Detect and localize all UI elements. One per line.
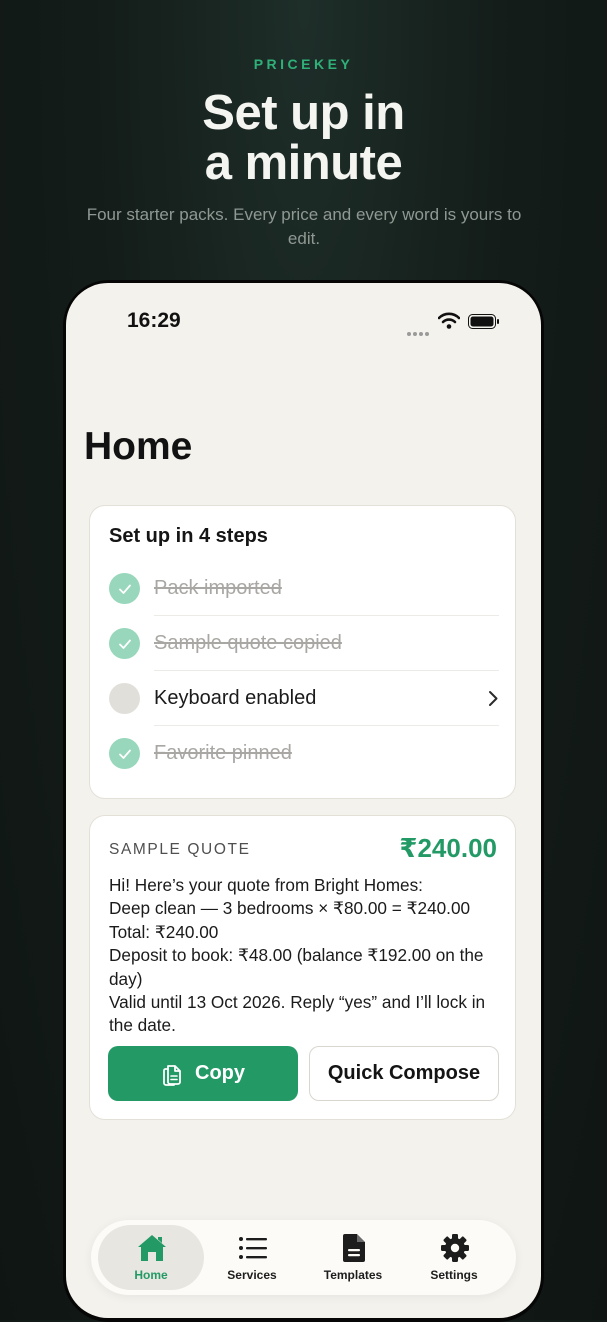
page-title: Home [84, 425, 193, 468]
phone-screen: 16:29 Home Set up in 4 steps Pack import… [66, 283, 541, 1318]
copy-icon [163, 1064, 181, 1086]
tab-label: Settings [430, 1268, 478, 1282]
step-keyboard-enabled[interactable]: Keyboard enabled [109, 671, 499, 726]
quote-line: Valid until 13 Oct 2026. Reply “yes” and… [109, 992, 490, 1036]
document-icon [343, 1234, 365, 1262]
sample-quote-card: SAMPLE QUOTE ₹240.00 Hi! Here’s your quo… [89, 815, 516, 1120]
quote-label: SAMPLE QUOTE [109, 841, 251, 858]
tab-label: Services [227, 1268, 277, 1282]
tab-label: Home [134, 1268, 168, 1282]
tab-settings[interactable]: Settings [401, 1225, 507, 1290]
setup-card: Set up in 4 steps Pack imported Sample q… [89, 505, 516, 799]
step-label: Sample quote copied [154, 632, 342, 654]
wifi-icon [438, 312, 460, 329]
tab-label: Templates [323, 1268, 383, 1282]
home-icon [138, 1235, 166, 1261]
check-icon [109, 628, 140, 659]
check-icon [109, 738, 140, 769]
tab-services[interactable]: Services [199, 1225, 305, 1290]
quote-line: Total: ₹240.00 [109, 921, 219, 942]
step-label: Keyboard enabled [154, 687, 317, 709]
copy-button[interactable]: Copy [108, 1046, 298, 1101]
tab-templates[interactable]: Templates [300, 1225, 406, 1290]
hero-title-line1: Set up in [202, 86, 405, 140]
hero-subtitle: Four starter packs. Every price and ever… [86, 205, 522, 248]
step-sample-quote-copied: Sample quote copied [109, 616, 499, 671]
step-label: Pack imported [154, 577, 282, 599]
quote-line: Deposit to book: ₹48.00 (balance ₹192.00… [109, 945, 489, 989]
quote-line: Deep clean — 3 bedrooms × ₹80.00 = ₹240.… [109, 898, 471, 919]
check-icon [109, 573, 140, 604]
chevron-right-icon [489, 691, 498, 706]
step-favorite-pinned: Favorite pinned [109, 726, 499, 781]
step-pack-imported: Pack imported [109, 561, 499, 616]
gear-icon [441, 1234, 469, 1262]
tab-bar: Home Services Templates Settings [91, 1220, 516, 1295]
list-icon [239, 1237, 267, 1259]
copy-label: Copy [195, 1062, 245, 1084]
setup-title: Set up in 4 steps [109, 525, 268, 547]
status-time: 16:29 [127, 309, 181, 332]
step-label: Favorite pinned [154, 742, 292, 764]
quick-compose-label: Quick Compose [327, 1062, 481, 1084]
quote-line: Hi! Here’s your quote from Bright Homes: [109, 875, 423, 895]
hero-title-line2: a minute [204, 136, 403, 190]
signal-icon [407, 323, 431, 336]
tab-home[interactable]: Home [98, 1225, 204, 1290]
quick-compose-button[interactable]: Quick Compose [309, 1046, 499, 1101]
hero-title: Set up in a minute [0, 88, 607, 188]
battery-icon [468, 314, 499, 329]
brand-label: PRICEKEY [253, 56, 354, 72]
empty-circle-icon [109, 683, 140, 714]
quote-body: Hi! Here’s your quote from Bright Homes:… [109, 874, 501, 1038]
quote-amount: ₹240.00 [399, 833, 497, 863]
